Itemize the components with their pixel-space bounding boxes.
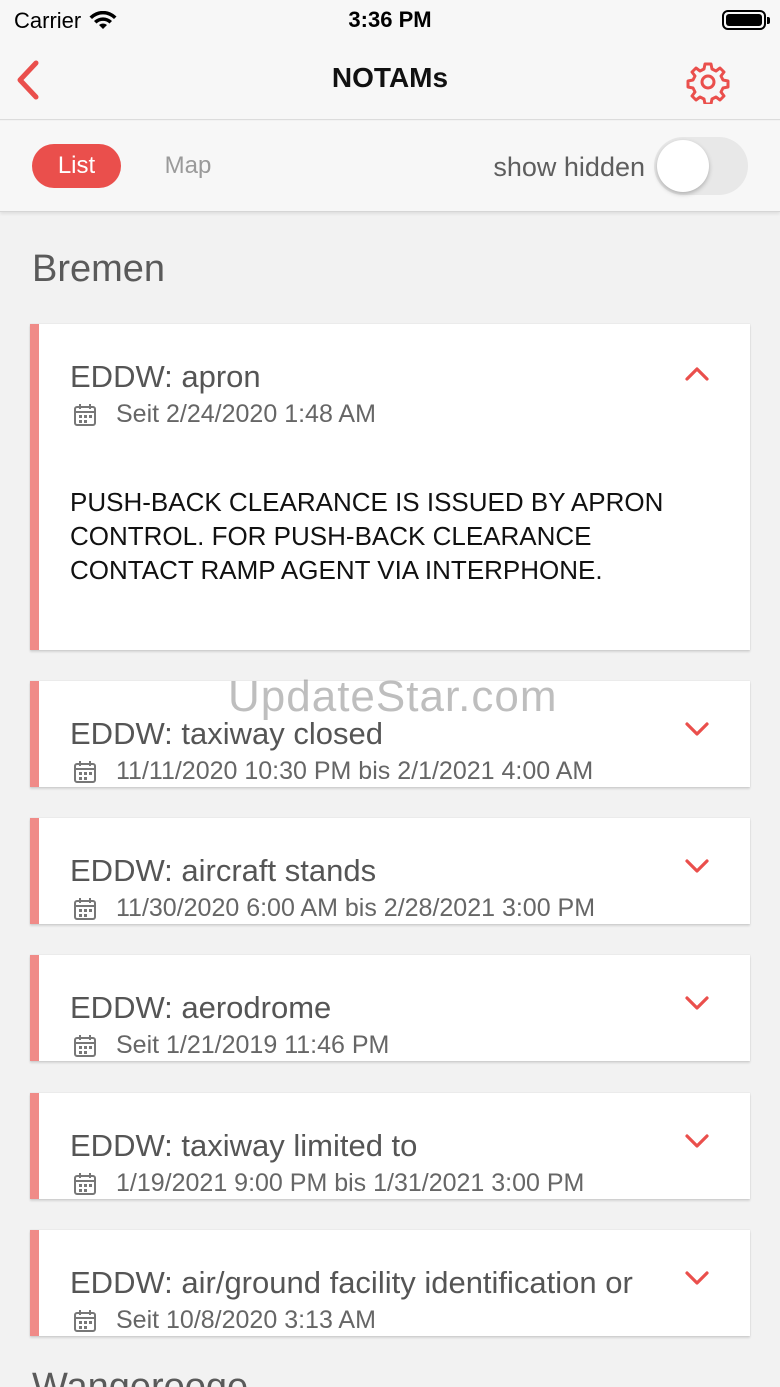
notam-date-row: 11/11/2020 10:30 PM bis 2/1/2021 4:00 AM (72, 757, 593, 786)
notam-date: 11/30/2020 6:00 AM bis 2/28/2021 3:00 PM (116, 894, 596, 922)
calendar-icon (74, 1309, 96, 1332)
notam-title: EDDW: air/ground facility identification… (70, 1265, 633, 1300)
tab-map[interactable]: Map (148, 144, 228, 188)
notam-date-row: 1/19/2021 9:00 PM bis 1/31/2021 3:00 PM (72, 1169, 584, 1198)
show-hidden-label: show hidden (493, 152, 645, 182)
settings-button[interactable] (686, 60, 730, 106)
navigation-bar: NOTAMs (0, 40, 780, 120)
notam-title: EDDW: aerodrome (70, 990, 332, 1025)
status-time: 3:36 PM (348, 7, 432, 32)
notam-card[interactable]: EDDW: air/ground facility identification… (30, 1230, 750, 1336)
calendar-icon (74, 403, 96, 426)
battery-icon (722, 10, 770, 30)
chevron-up-icon[interactable] (684, 364, 710, 382)
notam-title: EDDW: aircraft stands (70, 853, 377, 888)
view-switcher-bar: List Map show hidden (0, 121, 780, 212)
notam-card[interactable]: EDDW: aerodrome Seit 1/21/2019 11:46 PM (30, 955, 750, 1061)
calendar-icon (74, 1034, 96, 1057)
notam-date-row: Seit 10/8/2020 3:13 AM (72, 1306, 376, 1335)
show-hidden-toggle[interactable] (654, 137, 748, 195)
notam-card[interactable]: EDDW: taxiway closed 11/11/2020 10:30 PM… (30, 681, 750, 787)
section-title-bremen: Bremen (32, 248, 166, 290)
chevron-down-icon[interactable] (684, 858, 710, 876)
notam-date: Seit 10/8/2020 3:13 AM (116, 1306, 376, 1334)
notam-title: EDDW: apron (70, 359, 261, 394)
chevron-down-icon[interactable] (684, 1270, 710, 1288)
notam-date: 1/19/2021 9:00 PM bis 1/31/2021 3:00 PM (116, 1169, 585, 1197)
tab-list[interactable]: List (32, 144, 121, 188)
notam-card[interactable]: EDDW: taxiway limited to 1/19/2021 9:00 … (30, 1093, 750, 1199)
notam-card[interactable]: EDDW: apron Seit 2/24/2020 1:48 AM PUSH-… (30, 324, 750, 650)
gear-icon (686, 62, 730, 106)
calendar-icon (74, 1172, 96, 1195)
status-bar: Carrier 3:36 PM (0, 0, 780, 40)
notam-date-row: 11/30/2020 6:00 AM bis 2/28/2021 3:00 PM (72, 894, 595, 923)
toggle-knob (657, 140, 709, 192)
section-title-wangerooge: Wangerooge (32, 1366, 249, 1387)
chevron-down-icon[interactable] (684, 721, 710, 739)
page-title: NOTAMs (331, 62, 449, 93)
notam-date: Seit 1/21/2019 11:46 PM (116, 1031, 390, 1059)
notam-title: EDDW: taxiway closed (70, 716, 383, 751)
chevron-down-icon[interactable] (684, 1133, 710, 1151)
notam-date-row: Seit 2/24/2020 1:48 AM (72, 400, 376, 429)
notam-date: 11/11/2020 10:30 PM bis 2/1/2021 4:00 AM (116, 757, 594, 785)
notam-body: PUSH-BACK CLEARANCE IS ISSUED BY APRON C… (70, 487, 664, 585)
notam-card[interactable]: EDDW: aircraft stands 11/30/2020 6:00 AM… (30, 818, 750, 924)
calendar-icon (74, 897, 96, 920)
calendar-icon (74, 760, 96, 783)
notam-date: Seit 2/24/2020 1:48 AM (116, 400, 376, 428)
notam-title: EDDW: taxiway limited to (70, 1128, 418, 1163)
notam-date-row: Seit 1/21/2019 11:46 PM (72, 1031, 389, 1060)
chevron-down-icon[interactable] (684, 995, 710, 1013)
